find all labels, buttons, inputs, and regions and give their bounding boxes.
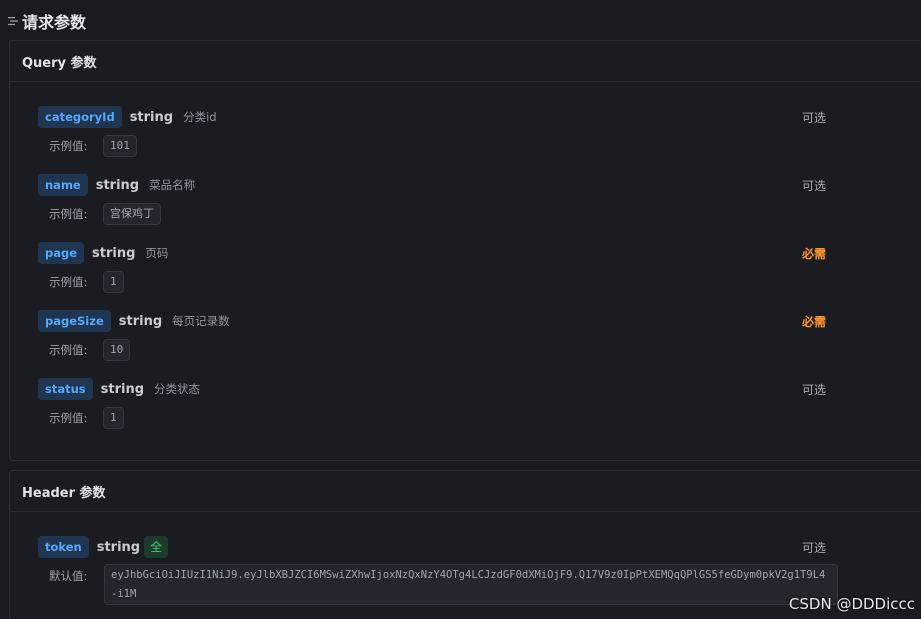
example-label: 示例值:: [49, 207, 88, 221]
param-name[interactable]: name: [38, 174, 88, 196]
example-value[interactable]: 10: [103, 339, 131, 361]
param-type: string: [92, 245, 136, 261]
param-desc: 菜品名称: [149, 178, 196, 192]
param-desc: 分类id: [183, 110, 217, 124]
example-label: 示例值:: [49, 411, 88, 425]
query-params-panel: Query 参数 categoryId string 分类id 可选 示例值: …: [9, 40, 921, 461]
csdn-watermark: CSDN @DDDiccc: [788, 595, 915, 613]
request-params-page: 请求参数 Query 参数 categoryId string 分类id 可选 …: [0, 0, 921, 619]
example-label: 示例值:: [49, 139, 88, 153]
param-type: string: [95, 177, 140, 193]
param-row-pageSize: pageSize string 每页记录数 必需 示例值: 10: [38, 310, 921, 370]
param-row-categoryId: categoryId string 分类id 可选 示例值: 101: [38, 106, 921, 166]
param-type: string: [129, 109, 174, 125]
example-label: 示例值:: [49, 343, 88, 357]
param-name[interactable]: status: [38, 378, 93, 400]
param-row-page: page string 页码 必需 示例值: 1: [38, 242, 921, 302]
param-type: string: [118, 313, 163, 329]
param-desc: 每页记录数: [172, 314, 230, 328]
param-name[interactable]: pageSize: [38, 310, 111, 332]
param-requirement: 必需: [802, 315, 827, 329]
example-value[interactable]: 1: [103, 271, 124, 293]
header-params-title: Header 参数: [10, 471, 921, 512]
query-params-title: Query 参数: [10, 41, 921, 82]
param-type: string: [96, 539, 141, 555]
param-requirement: 可选: [802, 111, 827, 125]
list-icon[interactable]: [8, 16, 18, 26]
param-row-name: name string 菜品名称 可选 示例值: 宫保鸡丁: [38, 174, 921, 234]
header-params-panel: Header 参数 token string 全 可选 默认值: eyJhbGc…: [9, 470, 921, 619]
example-label: 示例值:: [49, 275, 88, 289]
example-value[interactable]: 宫保鸡丁: [103, 203, 161, 225]
param-requirement: 可选: [802, 541, 827, 555]
param-name[interactable]: page: [38, 242, 85, 264]
param-name[interactable]: categoryId: [38, 106, 122, 128]
param-desc: 分类状态: [154, 382, 201, 396]
param-row-status: status string 分类状态 可选 示例值: 1: [38, 378, 921, 438]
example-value[interactable]: 101: [103, 135, 137, 157]
section-title: 请求参数: [22, 13, 87, 32]
default-label: 默认值:: [49, 569, 88, 583]
param-requirement: 必需: [802, 247, 827, 261]
param-requirement: 可选: [802, 383, 827, 397]
param-name[interactable]: token: [38, 536, 89, 558]
section-heading: 请求参数: [8, 9, 86, 33]
token-default-value[interactable]: eyJhbGciOiJIUzI1NiJ9.eyJlbXBJZCI6MSwiZXh…: [104, 564, 838, 605]
param-desc: 页码: [145, 246, 169, 260]
param-type: string: [100, 381, 145, 397]
param-requirement: 可选: [802, 179, 827, 193]
example-value[interactable]: 1: [103, 407, 124, 429]
global-badge: 全: [144, 536, 169, 558]
